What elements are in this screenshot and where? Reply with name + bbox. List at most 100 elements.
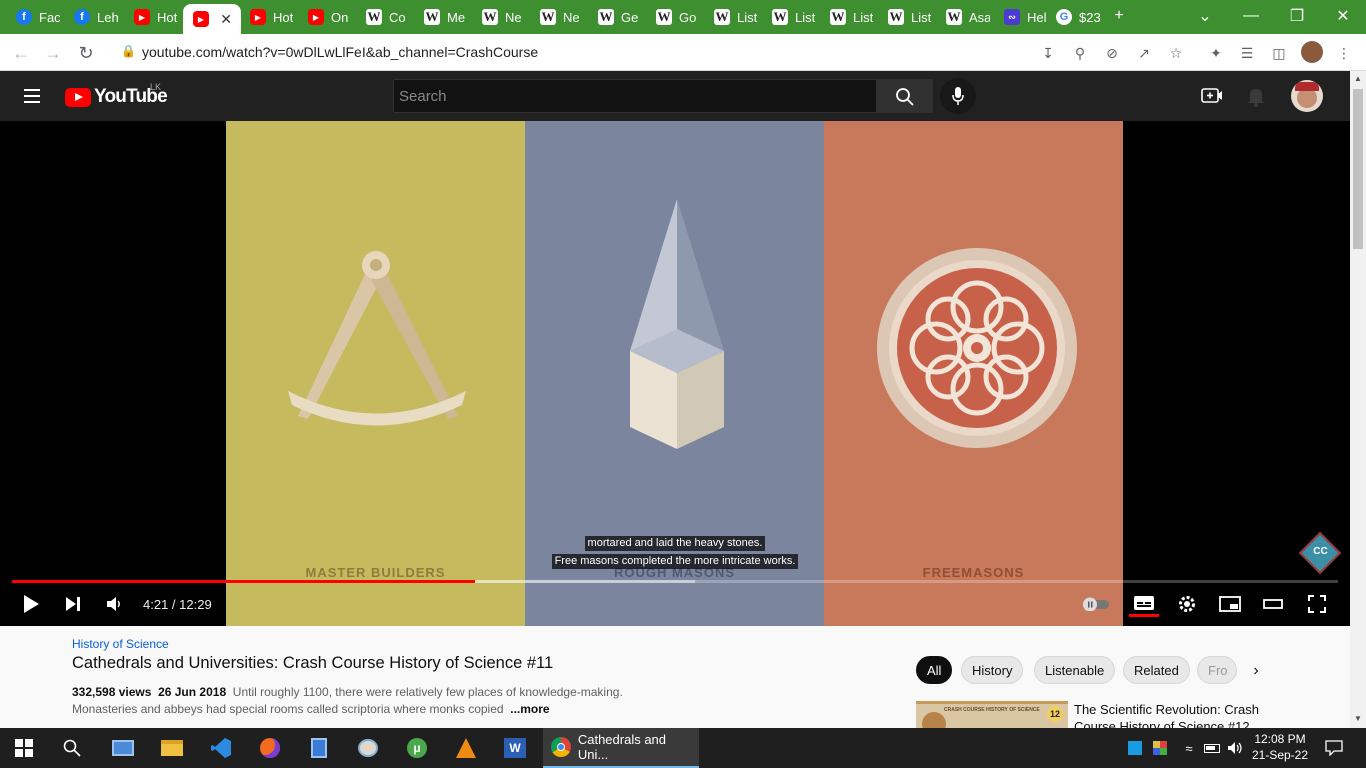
word-icon[interactable]: W (499, 732, 531, 764)
vlc-icon[interactable] (450, 732, 482, 764)
utorrent-icon[interactable]: μ (401, 732, 433, 764)
filter-chip[interactable]: All (916, 656, 953, 684)
media-control-icon[interactable]: ☰ (1237, 43, 1257, 63)
speaker-icon[interactable] (1224, 732, 1246, 764)
taskbar-chrome-window[interactable]: Cathedrals and Uni... (543, 728, 699, 768)
side-panel-icon[interactable]: ◫ (1269, 43, 1289, 63)
system-clock[interactable]: 12:08 PM 21-Sep-22 (1248, 731, 1312, 763)
browser-tab[interactable]: f Fac (6, 2, 60, 32)
minimize-button[interactable]: — (1228, 0, 1274, 32)
wifi-icon[interactable]: ≈ (1178, 732, 1200, 764)
tray-app-icon[interactable] (1125, 732, 1145, 764)
restore-button[interactable]: ❐ (1274, 0, 1320, 32)
address-bar[interactable]: 🔒 youtube.com/watch?v=0wDlLwLlFeI&ab_cha… (110, 38, 1070, 67)
browser-menu-icon[interactable]: ⋮ (1334, 43, 1354, 63)
wikipedia-icon: W (714, 9, 730, 25)
back-button[interactable]: ← (9, 41, 33, 65)
create-video-icon[interactable] (1200, 85, 1224, 107)
show-more-link[interactable]: ...more (510, 702, 549, 716)
notification-center-icon[interactable] (1318, 732, 1350, 764)
account-avatar[interactable] (1291, 80, 1323, 112)
paint-icon[interactable] (352, 732, 384, 764)
browser-tab[interactable]: W Asa (936, 2, 990, 32)
page-scrollbar[interactable]: ▲ ▼ (1350, 71, 1366, 728)
video-category-link[interactable]: History of Science (72, 637, 169, 651)
volume-button[interactable] (99, 591, 129, 617)
search-button[interactable] (877, 79, 933, 113)
settings-button[interactable] (1172, 591, 1202, 617)
filter-chip[interactable]: Fro (1197, 656, 1237, 684)
profile-avatar[interactable] (1301, 41, 1323, 63)
notifications-bell-icon[interactable] (1245, 85, 1267, 107)
tracking-icon[interactable]: ⊘ (1102, 43, 1122, 63)
vscode-icon[interactable] (205, 732, 237, 764)
tab-label: Hel (1027, 9, 1047, 25)
view-count: 332,598 views (72, 685, 152, 699)
browser-tab[interactable]: W Ge (588, 2, 642, 32)
browser-tab[interactable]: W List (820, 2, 874, 32)
bookmark-star-icon[interactable]: ☆ (1166, 43, 1186, 63)
desktop-app-icon[interactable] (107, 732, 139, 764)
install-icon[interactable]: ↧ (1038, 43, 1058, 63)
firefox-icon[interactable] (254, 732, 286, 764)
voice-search-button[interactable] (940, 78, 976, 114)
close-tab-icon[interactable]: ✕ (220, 11, 232, 28)
forward-button[interactable]: → (41, 41, 65, 65)
filter-chip[interactable]: Related (1123, 656, 1190, 684)
miniplayer-button[interactable] (1215, 591, 1245, 617)
file-explorer-icon[interactable] (156, 732, 188, 764)
filter-chip[interactable]: History (961, 656, 1024, 684)
browser-tab[interactable]: W List (762, 2, 816, 32)
progress-bar[interactable] (12, 580, 1338, 583)
chips-next-arrow-icon[interactable]: › (1246, 662, 1266, 682)
browser-tab[interactable]: W Me (414, 2, 468, 32)
windows-start-icon[interactable] (8, 732, 40, 764)
fullscreen-button[interactable] (1302, 591, 1332, 617)
browser-tab[interactable]: W List (878, 2, 932, 32)
next-button[interactable] (58, 591, 88, 617)
play-button[interactable] (16, 591, 46, 617)
subtitles-button[interactable] (1129, 591, 1159, 617)
scroll-down-arrow-icon[interactable]: ▼ (1354, 714, 1362, 723)
browser-tab[interactable]: W Go (646, 2, 700, 32)
search-input[interactable] (399, 86, 859, 106)
zoom-icon[interactable]: ⚲ (1070, 43, 1090, 63)
avatar-hat (1295, 82, 1319, 91)
progress-played (12, 580, 475, 583)
rose-window-illustration (877, 248, 1077, 448)
extensions-icon[interactable]: ✦ (1206, 43, 1226, 63)
browser-tab[interactable]: ▶ Hot (124, 2, 178, 32)
tray-colorful-icon[interactable] (1150, 732, 1170, 764)
browser-tab[interactable]: ▶ ✕ (183, 4, 241, 34)
theater-mode-button[interactable] (1258, 591, 1288, 617)
browser-tab[interactable]: ∾ Hel (994, 2, 1048, 32)
scroll-up-arrow-icon[interactable]: ▲ (1354, 74, 1362, 83)
calculator-icon[interactable] (303, 732, 335, 764)
browser-tab[interactable]: ▶ On (298, 2, 352, 32)
reload-button[interactable]: ↻ (74, 41, 98, 65)
volume-icon (107, 597, 120, 611)
new-tab-button[interactable]: + (1096, 0, 1142, 32)
taskbar-search-icon[interactable] (56, 732, 88, 764)
lock-icon[interactable]: 🔒 (121, 44, 136, 58)
autoplay-toggle[interactable] (1081, 591, 1111, 617)
browser-tab[interactable]: f Leh (64, 2, 118, 32)
browser-tab[interactable]: ▶ Hot (240, 2, 294, 32)
tab-search-icon[interactable]: ⌄ (1182, 0, 1228, 32)
video-player[interactable]: MASTER BUILDERSROUGH MASONSFREEMASONS (0, 121, 1350, 626)
browser-tab[interactable]: W Ne (530, 2, 584, 32)
browser-tab[interactable]: G $23 (1046, 2, 1100, 32)
browser-tab[interactable]: W Co (356, 2, 410, 32)
scrollbar-thumb[interactable] (1353, 89, 1363, 249)
url-text[interactable]: youtube.com/watch?v=0wDlLwLlFeI&ab_chann… (142, 44, 538, 60)
filter-chip[interactable]: Listenable (1034, 656, 1116, 684)
video-description[interactable]: 332,598 views 26 Jun 2018 Until roughly … (72, 684, 632, 718)
close-window-button[interactable]: ✕ (1320, 0, 1366, 32)
recommended-video-thumbnail[interactable]: CRASH COURSE HISTORY OF SCIENCE 12 (916, 701, 1068, 728)
hamburger-menu-icon[interactable] (22, 87, 42, 105)
battery-icon[interactable] (1201, 732, 1223, 764)
share-icon[interactable]: ↗ (1134, 43, 1154, 63)
browser-tab[interactable]: W Ne (472, 2, 526, 32)
browser-tab[interactable]: W List (704, 2, 758, 32)
taskbar-window-title: Cathedrals and Uni... (577, 732, 667, 762)
